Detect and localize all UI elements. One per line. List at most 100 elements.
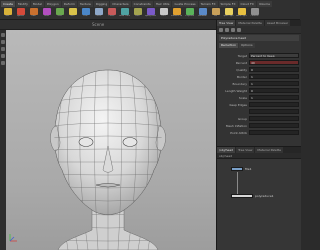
node-polyreduce1[interactable]: [231, 194, 253, 198]
shelf-tool-font[interactable]: Font: [158, 8, 169, 19]
scene-viewport[interactable]: Scene: [0, 20, 216, 250]
line-icon: [81, 8, 90, 15]
param-field[interactable]: 0: [249, 67, 299, 72]
param-tab-reduction[interactable]: Reduction: [219, 43, 238, 48]
torus-icon: [42, 8, 51, 15]
shelf-tab-create[interactable]: Create: [1, 1, 15, 7]
param-field[interactable]: [249, 116, 299, 121]
shelf-tool-file[interactable]: File: [210, 8, 221, 19]
rotate-tool-icon[interactable]: [1, 47, 5, 51]
move-tool-icon[interactable]: [1, 40, 5, 44]
shelf-tab-polygon[interactable]: Polygon: [44, 1, 61, 7]
shelf-tab-hair-utils[interactable]: Hair Utils: [153, 1, 172, 7]
param-field[interactable]: 1: [249, 95, 299, 100]
shelf-tab-volume[interactable]: Volume: [256, 1, 272, 7]
param-row: Quality 0: [219, 66, 299, 73]
shelf-tab-guide-process[interactable]: Guide Process: [172, 1, 198, 7]
node-polyreduce1-label: polyreduce1: [255, 194, 274, 198]
shelf-tool-label: Platonic Solids: [171, 15, 182, 17]
shelf-tool-path[interactable]: Path: [132, 8, 143, 19]
shelf-tool-label: Curve: [108, 15, 115, 17]
shelf-tool-box[interactable]: Box: [2, 8, 13, 19]
shelf-tool-platonic-solids[interactable]: Platonic Solids: [171, 8, 182, 19]
param-label: Length Weight: [225, 88, 247, 93]
shelf-tab-texture[interactable]: Texture: [77, 1, 93, 7]
right-panels: Tree View Material Palette Asset Browser P…: [216, 20, 301, 250]
shelf-tool-grid[interactable]: Grid: [54, 8, 65, 19]
lsystem-icon: [185, 8, 194, 15]
scale-tool-icon[interactable]: [1, 54, 5, 58]
shelf-tool-label: Torus: [43, 15, 50, 17]
shelf-tab-terrain-fx[interactable]: Terrain FX: [198, 1, 218, 7]
node-file1[interactable]: [231, 167, 243, 171]
curve-icon: [107, 8, 116, 15]
shelf-tool-line[interactable]: Line: [80, 8, 91, 19]
help-icon[interactable]: [237, 27, 241, 32]
param-toolbar: [217, 26, 301, 34]
gear-icon[interactable]: [231, 27, 235, 32]
shelf-tab-model[interactable]: Model: [30, 1, 44, 7]
node-title[interactable]: Polyreduce head: [219, 35, 299, 41]
shelf-tool-spray-paint[interactable]: Spray Paint: [145, 8, 156, 19]
param-field[interactable]: [249, 130, 299, 135]
shelf-tool-label: Sphere: [16, 15, 25, 17]
shelf-tool-label: Spray Paint: [145, 15, 156, 17]
param-field[interactable]: [249, 123, 299, 128]
shelf-tool-label: Tube: [31, 15, 36, 17]
param-row: Boundary 1: [219, 80, 299, 87]
metaball-icon: [198, 8, 207, 15]
axis-gizmo-icon: [9, 234, 17, 242]
param-row: Target Percent to Keep: [219, 52, 299, 59]
shelf-tab-characters[interactable]: Characters: [110, 1, 131, 7]
shelf-tool-tube[interactable]: Tube: [28, 8, 39, 19]
shelf-toolbar: Create Modify Model Polygon Deform Texture Rig…: [0, 0, 300, 20]
shelf-tool-draw-curve[interactable]: Draw Curve: [119, 8, 130, 19]
param-field[interactable]: Percent to Keep: [249, 53, 299, 58]
back-icon[interactable]: [219, 27, 223, 32]
param-field[interactable]: 1: [249, 81, 299, 86]
param-row: Border 1: [219, 73, 299, 80]
right-eye: [122, 137, 138, 147]
shelf-tool-label: Camera: [250, 15, 259, 17]
head-mesh[interactable]: [0, 30, 216, 250]
forward-icon[interactable]: [225, 27, 229, 32]
shelf-tab-deform[interactable]: Deform: [61, 1, 77, 7]
param-field[interactable]: 1: [249, 74, 299, 79]
shelf-tool-camera[interactable]: Camera: [249, 8, 260, 19]
shelf-tool-metaball[interactable]: Metaball: [197, 8, 208, 19]
shelf-tool-circle[interactable]: Circle: [93, 8, 104, 19]
shelf-tool-sphere[interactable]: Sphere: [15, 8, 26, 19]
sphere-icon: [16, 8, 25, 15]
shelf-tab-modify[interactable]: Modify: [15, 1, 30, 7]
parameter-panel: Polyreduce head Reduction Options Target P…: [217, 26, 301, 146]
shelf-tab-constraints[interactable]: Constraints: [131, 1, 153, 7]
shelf-tool-null[interactable]: Null: [67, 8, 78, 19]
grid-icon: [55, 8, 64, 15]
node-file1-label: file1: [245, 167, 252, 171]
network-canvas[interactable]: file1 polyreduce1: [217, 159, 301, 250]
shelf-tool-label: Box: [5, 15, 10, 17]
select-tool-icon[interactable]: [1, 33, 5, 37]
param-label: Quality: [236, 67, 247, 72]
param-field[interactable]: 0: [249, 88, 299, 93]
shelf-tool-label: Grid: [57, 15, 62, 17]
param-rows: Target Percent to Keep Percent 40 Quality 0 Bo…: [219, 52, 299, 136]
handle-tool-icon[interactable]: [1, 61, 5, 65]
shelf-tab-cloud-fx[interactable]: Cloud FX: [238, 1, 256, 7]
param-field[interactable]: [249, 109, 299, 114]
viewport-tool-strip: [0, 30, 6, 250]
shelf-tab-rigging[interactable]: Rigging: [93, 1, 110, 7]
box-icon: [3, 8, 12, 15]
shelf-tool-spot-light[interactable]: Spot Light: [223, 8, 234, 19]
param-field[interactable]: 40: [249, 60, 299, 65]
shelf-tab-simple-fx[interactable]: Simple FX: [218, 1, 238, 7]
param-tab-options[interactable]: Options: [239, 43, 255, 48]
shelf-tool-torus[interactable]: Torus: [41, 8, 52, 19]
param-field[interactable]: [249, 102, 299, 107]
shelf-tool-curve[interactable]: Curve: [106, 8, 117, 19]
shelf-tool-area-light[interactable]: Area Light: [236, 8, 247, 19]
param-label: Point Attrib: [230, 130, 247, 135]
param-row: Percent 40: [219, 59, 299, 66]
shelf-tool-l-system[interactable]: L-System: [184, 8, 195, 19]
file-icon: [211, 8, 220, 15]
